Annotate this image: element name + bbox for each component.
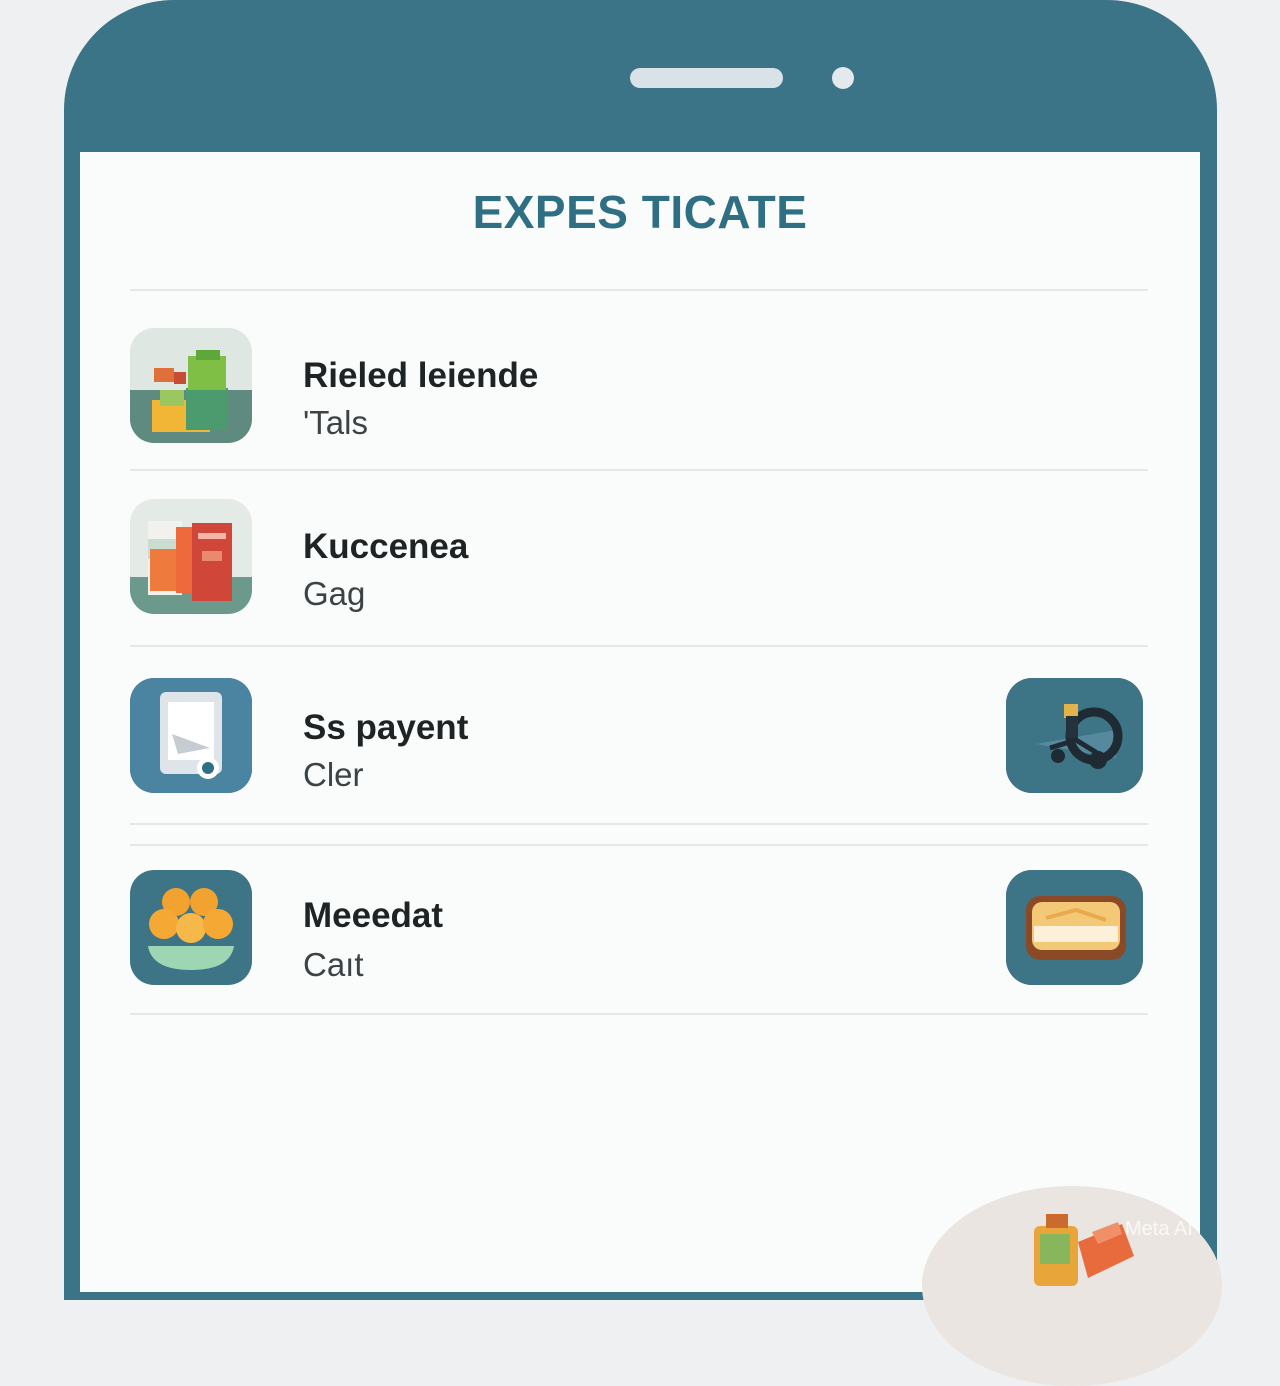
- speaker-slot: [630, 68, 783, 88]
- groceries-box-icon: [130, 328, 252, 443]
- divider: [130, 1013, 1148, 1015]
- list-item-subtitle: Gag: [303, 575, 366, 612]
- list-item-subtitle: 'Tals: [303, 404, 368, 441]
- floating-food-button[interactable]: [922, 1186, 1222, 1386]
- list-item-title: Ss payent: [303, 708, 469, 747]
- page-title: EXPES TICATE: [472, 186, 808, 238]
- divider: [130, 844, 1148, 846]
- divider: [130, 469, 1148, 471]
- list-item-subtitle: Cler: [303, 756, 364, 793]
- list-item[interactable]: Meeedat Caıt: [130, 870, 1148, 986]
- pantry-items-icon: [130, 499, 252, 614]
- list-item-subtitle: Caıt: [303, 946, 364, 983]
- divider: [130, 645, 1148, 647]
- scooter-icon[interactable]: [1006, 678, 1143, 793]
- list-item[interactable]: Ss payent Cler: [130, 678, 1148, 794]
- cake-slice-icon[interactable]: [1006, 870, 1143, 985]
- list-item-title: Meeedat: [303, 896, 444, 935]
- list-item-title: Rieled leiende: [303, 356, 539, 395]
- camera-dot: [832, 67, 854, 89]
- appliance-icon: [130, 678, 252, 793]
- divider: [130, 289, 1148, 291]
- watermark-text: Meta AI: [1125, 1218, 1193, 1240]
- list-item-title: Kuccenea: [303, 527, 469, 566]
- list-item[interactable]: Kuccenea Gag: [130, 499, 1148, 615]
- fruit-bowl-icon: [130, 870, 252, 985]
- divider: [130, 823, 1148, 825]
- list-item[interactable]: Rieled leiende 'Tals: [130, 328, 1148, 444]
